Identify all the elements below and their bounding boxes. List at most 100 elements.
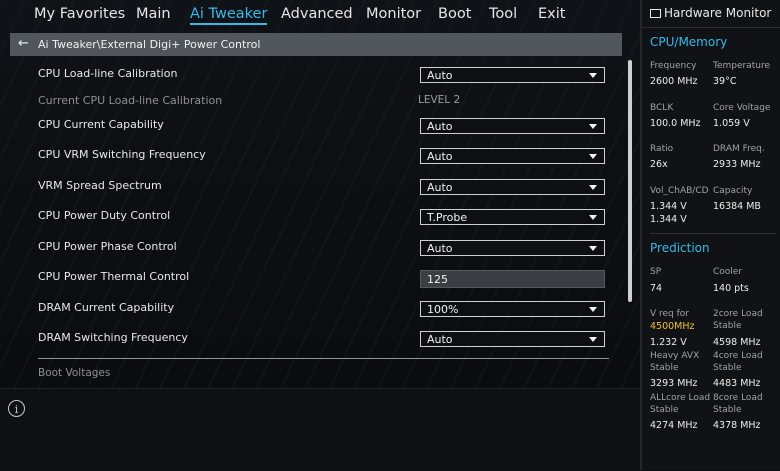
bclk-value: 100.0 MHz (650, 118, 701, 129)
temperature-label: Temperature (713, 61, 771, 71)
dropdown-value: Auto (427, 242, 453, 255)
setting-row: CPU Current Capability Auto (38, 118, 608, 140)
setting-label: Current CPU Load-line Calibration (38, 94, 223, 107)
chevron-down-icon (589, 307, 597, 312)
dram-current-capability-dropdown[interactable]: 100% (420, 301, 605, 317)
monitor-icon (650, 9, 661, 18)
setting-row: DRAM Switching Frequency Auto (38, 331, 608, 353)
capacity-label: Capacity (713, 186, 753, 196)
chevron-down-icon (589, 337, 597, 342)
chevron-down-icon (589, 246, 597, 251)
cooler-label: Cooler (713, 267, 743, 277)
allcore-stable-label: Stable (650, 405, 679, 415)
vol-chab-cd-label: Vol_ChAB/CD (650, 186, 709, 196)
tab-ai-tweaker[interactable]: Ai Tweaker (190, 6, 268, 25)
chevron-down-icon (589, 185, 597, 190)
current-llc-value: LEVEL 2 (418, 94, 461, 106)
4core-value: 4483 MHz (713, 378, 761, 389)
temperature-value: 39°C (713, 76, 737, 87)
top-menu: My Favorites Main Ai Tweaker Advanced Mo… (0, 0, 640, 32)
setting-row: Current CPU Load-line Calibration LEVEL … (38, 94, 608, 116)
panel-divider (650, 233, 776, 234)
setting-row: VRM Spread Spectrum Auto (38, 179, 608, 201)
bclk-label: BCLK (650, 103, 674, 113)
2core-stable-label: Stable (713, 321, 742, 331)
allcore-value: 4274 MHz (650, 420, 698, 431)
setting-label: CPU Power Thermal Control (38, 270, 190, 283)
cpu-power-thermal-control-input[interactable]: 125 (420, 270, 605, 288)
dropdown-value: Auto (427, 333, 453, 346)
tab-tool[interactable]: Tool (489, 6, 517, 22)
2core-value: 4598 MHz (713, 337, 761, 348)
dropdown-value: Auto (427, 150, 453, 163)
prediction-heading: Prediction (650, 241, 710, 255)
vreq-value: 1.232 V (650, 337, 687, 348)
setting-label: CPU Power Duty Control (38, 209, 171, 222)
tab-main[interactable]: Main (136, 6, 171, 22)
cpu-llc-dropdown[interactable]: Auto (420, 67, 605, 83)
tab-monitor[interactable]: Monitor (366, 6, 421, 22)
dropdown-value: Auto (427, 69, 453, 82)
setting-row: DRAM Current Capability 100% (38, 301, 608, 323)
chevron-down-icon (589, 124, 597, 129)
dram-freq-label: DRAM Freq. (713, 144, 765, 154)
8core-stable-label: Stable (713, 405, 742, 415)
core-voltage-label: Core Voltage (713, 103, 771, 113)
vol-chab-value: 1.344 V (650, 201, 687, 212)
hardware-monitor-title: Hardware Monitor (650, 6, 771, 20)
info-icon: i (8, 400, 25, 417)
cpu-vrm-switching-frequency-dropdown[interactable]: Auto (420, 148, 605, 164)
4core-stable-label: Stable (713, 363, 742, 373)
tab-exit[interactable]: Exit (538, 6, 565, 22)
vreq-frequency: 4500MHz (650, 321, 695, 332)
setting-label: CPU Load-line Calibration (38, 67, 178, 80)
frequency-label: Frequency (650, 61, 697, 71)
section-divider (38, 358, 609, 359)
setting-row: CPU Power Thermal Control 125 (38, 270, 608, 292)
chevron-down-icon (589, 73, 597, 78)
dropdown-value: Auto (427, 181, 453, 194)
cooler-value: 140 pts (713, 283, 749, 294)
breadcrumb-path: Ai Tweaker\External Digi+ Power Control (38, 38, 261, 51)
panel-title-text: Hardware Monitor (664, 6, 772, 20)
ratio-value: 26x (650, 159, 668, 170)
vol-chcd-value: 1.344 V (650, 214, 687, 225)
dram-switching-frequency-dropdown[interactable]: Auto (420, 331, 605, 347)
capacity-value: 16384 MB (713, 201, 761, 212)
tab-my-favorites[interactable]: My Favorites (34, 6, 125, 22)
dropdown-value: T.Probe (427, 211, 468, 224)
setting-label: VRM Spread Spectrum (38, 179, 162, 192)
chevron-down-icon (589, 215, 597, 220)
panel-divider (642, 27, 780, 28)
vrm-spread-spectrum-dropdown[interactable]: Auto (420, 179, 605, 195)
heavy-avx-value: 3293 MHz (650, 378, 698, 389)
core-voltage-value: 1.059 V (713, 118, 750, 129)
setting-row: CPU Power Phase Control Auto (38, 240, 608, 262)
tab-advanced[interactable]: Advanced (281, 6, 353, 22)
cpu-memory-heading: CPU/Memory (650, 35, 728, 49)
cpu-current-capability-dropdown[interactable]: Auto (420, 118, 605, 134)
setting-label: CPU Current Capability (38, 118, 164, 131)
input-value: 125 (427, 273, 448, 286)
setting-row: CPU Power Duty Control T.Probe (38, 209, 608, 231)
cpu-power-phase-control-dropdown[interactable]: Auto (420, 240, 605, 256)
setting-label: CPU VRM Switching Frequency (38, 148, 206, 161)
cpu-power-duty-control-dropdown[interactable]: T.Probe (420, 209, 605, 225)
back-arrow-icon[interactable]: ← (18, 36, 29, 51)
frequency-value: 2600 MHz (650, 76, 698, 87)
setting-label: CPU Power Phase Control (38, 240, 177, 253)
scrollbar[interactable] (628, 60, 632, 302)
tab-boot[interactable]: Boot (438, 6, 471, 22)
setting-label: DRAM Current Capability (38, 301, 175, 314)
sp-value: 74 (650, 283, 663, 294)
boot-voltages-section[interactable]: Boot Voltages (38, 367, 110, 379)
help-strip: i (0, 388, 640, 471)
chevron-down-icon (589, 154, 597, 159)
breadcrumb: ← Ai Tweaker\External Digi+ Power Contro… (10, 33, 622, 56)
dropdown-value: 100% (427, 303, 459, 316)
setting-row: CPU VRM Switching Frequency Auto (38, 148, 608, 170)
ratio-label: Ratio (650, 144, 674, 154)
8core-value: 4378 MHz (713, 420, 761, 431)
dropdown-value: Auto (427, 120, 453, 133)
heavy-avx-stable-label: Stable (650, 363, 679, 373)
